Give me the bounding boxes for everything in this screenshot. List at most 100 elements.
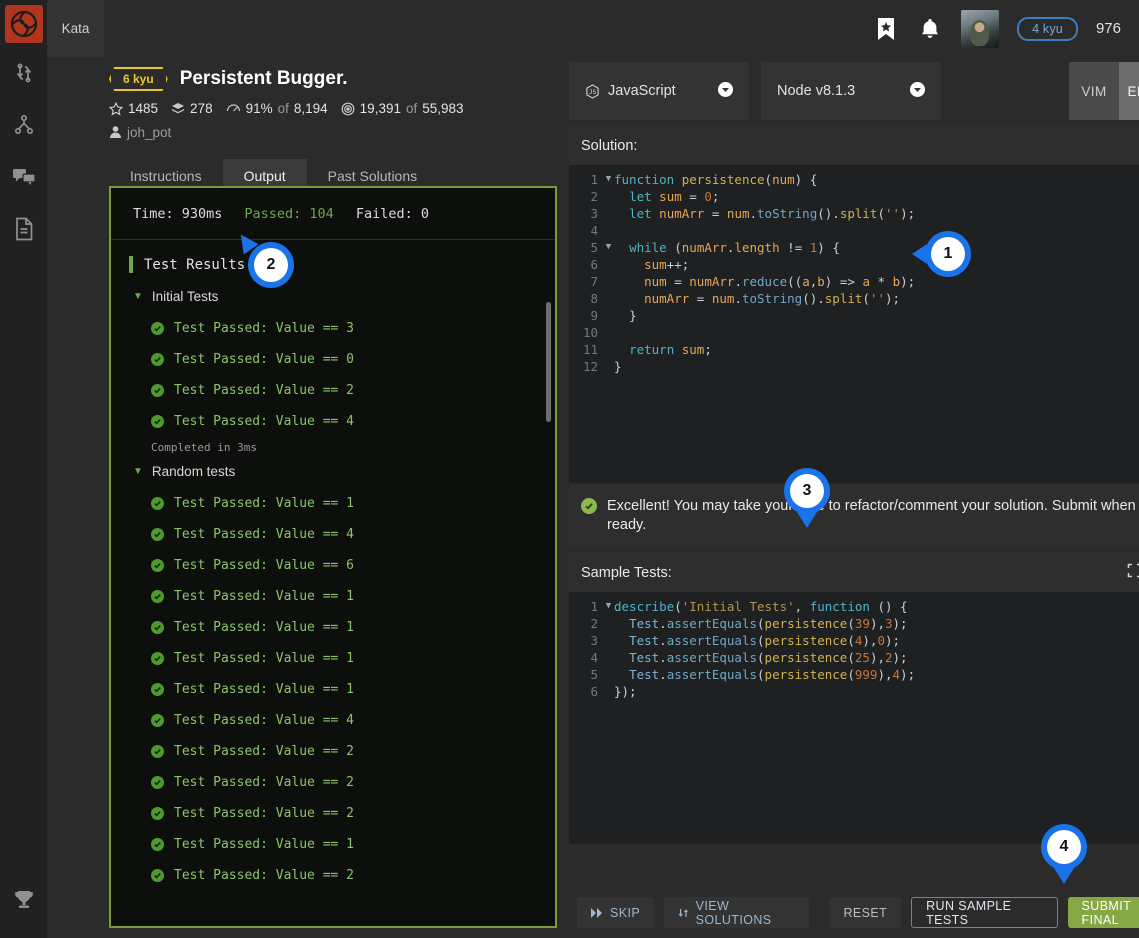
fold-toggle-icon[interactable] bbox=[603, 615, 614, 632]
marker-label: 2 bbox=[254, 248, 288, 282]
fold-toggle-icon[interactable]: ▼ bbox=[603, 598, 614, 615]
layers-icon bbox=[172, 102, 185, 113]
code-text: } bbox=[614, 359, 622, 374]
check-circle-icon bbox=[151, 353, 164, 366]
line-number: 7 bbox=[590, 274, 598, 289]
fold-toggle-icon[interactable] bbox=[603, 358, 614, 375]
kata-nav-tab[interactable]: Kata bbox=[47, 0, 104, 57]
line-number: 5 bbox=[590, 667, 598, 682]
skip-button-label: SKIP bbox=[610, 905, 641, 920]
caret-down-icon: ▼ bbox=[133, 466, 143, 477]
user-rank-badge[interactable]: 4 kyu bbox=[1017, 16, 1078, 41]
page-title: Persistent Bugger. bbox=[179, 68, 348, 89]
code-line: 4 Test.assertEquals(persistence(25),2); bbox=[569, 649, 1139, 666]
code-text: } bbox=[629, 308, 637, 323]
fold-toggle-icon[interactable] bbox=[603, 290, 614, 307]
fold-toggle-icon[interactable] bbox=[603, 632, 614, 649]
marker-circle: 2 bbox=[248, 242, 294, 288]
fork-icon[interactable] bbox=[12, 113, 36, 137]
fold-toggle-icon[interactable] bbox=[603, 256, 614, 273]
fold-toggle-icon[interactable] bbox=[603, 205, 614, 222]
code-text: Test.assertEquals(persistence(999),4); bbox=[629, 667, 916, 682]
code-line: 7 num = numArr.reduce((a,b) => a * b); bbox=[569, 273, 1139, 290]
bookmark-icon[interactable] bbox=[873, 16, 899, 42]
test-row-label: Test Passed: Value == 2 bbox=[174, 744, 355, 759]
output-failed: Failed: 0 bbox=[355, 205, 429, 222]
fold-toggle-icon[interactable] bbox=[603, 222, 614, 239]
test-row-label: Test Passed: Value == 4 bbox=[174, 713, 355, 728]
line-number: 4 bbox=[590, 650, 598, 665]
fold-toggle-icon[interactable] bbox=[603, 307, 614, 324]
chat-icon[interactable] bbox=[12, 165, 36, 189]
avatar[interactable] bbox=[961, 9, 1000, 48]
test-row: Test Passed: Value == 2 bbox=[111, 860, 555, 891]
fold-toggle-icon[interactable] bbox=[603, 649, 614, 666]
reset-button[interactable]: RESET bbox=[829, 897, 902, 928]
editor-mode-vim[interactable]: VIM bbox=[1069, 62, 1119, 120]
runtime-select-value: Node v8.1.3 bbox=[777, 83, 856, 99]
fold-toggle-icon[interactable]: ▼ bbox=[603, 171, 614, 188]
test-group-title[interactable]: ▼ Initial Tests bbox=[111, 289, 555, 304]
fold-toggle-icon[interactable] bbox=[603, 666, 614, 683]
caret-down-icon: ▼ bbox=[133, 291, 143, 302]
test-row-label: Test Passed: Value == 3 bbox=[174, 321, 355, 336]
language-select[interactable]: JS JavaScript bbox=[569, 62, 749, 120]
codewars-logo-icon[interactable] bbox=[4, 5, 43, 43]
test-row: Test Passed: Value == 3 bbox=[111, 313, 555, 344]
view-solutions-button[interactable]: VIEW SOLUTIONS bbox=[664, 897, 810, 928]
bell-icon[interactable] bbox=[917, 16, 943, 42]
sample-tests-editor[interactable]: 1 ▼ describe('Initial Tests', function () … bbox=[569, 592, 1139, 844]
test-row: Test Passed: Value == 2 bbox=[111, 375, 555, 406]
run-sample-tests-button[interactable]: RUN SAMPLE TESTS bbox=[911, 897, 1058, 928]
test-row: Test Passed: Value == 4 bbox=[111, 705, 555, 736]
editor-mode-emacs[interactable]: EMACS bbox=[1119, 62, 1139, 120]
honor-points: 976 bbox=[1095, 20, 1121, 37]
check-circle-icon bbox=[151, 322, 164, 335]
fold-toggle-icon[interactable] bbox=[603, 188, 614, 205]
line-number: 3 bbox=[590, 206, 598, 221]
stat-satisfaction-value: 91% bbox=[245, 101, 273, 116]
code-line: 5 Test.assertEquals(persistence(999),4); bbox=[569, 666, 1139, 683]
stat-completed-of: of bbox=[405, 101, 418, 116]
marker-circle: 4 bbox=[1041, 824, 1087, 870]
code-line: 1 ▼ function persistence(num) { bbox=[569, 171, 1139, 188]
left-nav-rail bbox=[0, 0, 47, 938]
code-line: 10 bbox=[569, 324, 1139, 341]
check-circle-icon bbox=[581, 498, 597, 514]
line-number: 8 bbox=[590, 291, 598, 306]
fold-toggle-icon[interactable] bbox=[603, 273, 614, 290]
check-circle-icon bbox=[151, 745, 164, 758]
stat-author[interactable]: joh_pot bbox=[109, 122, 171, 143]
kata-nav-tab-label: Kata bbox=[61, 21, 90, 36]
submit-final-button[interactable]: SUBMIT FINAL bbox=[1067, 897, 1139, 928]
check-circle-icon bbox=[151, 415, 164, 428]
top-bar: Kata 4 kyu 976 bbox=[47, 0, 1139, 57]
skip-button[interactable]: SKIP bbox=[577, 897, 655, 928]
solution-editor[interactable]: 1 ▼ function persistence(num) {2 let sum =… bbox=[569, 165, 1139, 483]
output-body[interactable]: Test Results: ▼ Initial Tests Test Passed:… bbox=[111, 240, 555, 926]
solution-panel-header: Solution: bbox=[569, 126, 1139, 165]
marker-circle: 1 bbox=[925, 231, 971, 277]
line-number: 2 bbox=[590, 189, 598, 204]
fold-toggle-icon[interactable] bbox=[603, 341, 614, 358]
action-footer: SKIP VIEW SOLUTIONS RESET RUN SAMPLE TES… bbox=[569, 897, 1139, 928]
trophy-icon[interactable] bbox=[12, 888, 36, 912]
code-line: 12} bbox=[569, 358, 1139, 375]
fold-toggle-icon[interactable] bbox=[603, 683, 614, 700]
document-icon[interactable] bbox=[12, 217, 36, 241]
test-group-name: Random tests bbox=[151, 464, 236, 479]
test-row-label: Test Passed: Value == 1 bbox=[174, 589, 355, 604]
code-text: numArr = num.toString().split(''); bbox=[644, 291, 901, 306]
runtime-select[interactable]: Node v8.1.3 bbox=[761, 62, 941, 120]
fold-toggle-icon[interactable]: ▼ bbox=[603, 239, 614, 256]
test-group-title[interactable]: ▼ Random tests bbox=[111, 464, 555, 479]
fold-toggle-icon[interactable] bbox=[603, 324, 614, 341]
test-row-label: Test Passed: Value == 2 bbox=[174, 383, 355, 398]
code-text: Test.assertEquals(persistence(4),0); bbox=[629, 633, 901, 648]
star-icon bbox=[109, 101, 123, 116]
sync-icon[interactable] bbox=[12, 61, 36, 85]
check-circle-icon bbox=[151, 497, 164, 510]
output-scrollbar[interactable] bbox=[546, 302, 551, 422]
expand-icon[interactable] bbox=[1127, 563, 1139, 582]
line-number: 6 bbox=[590, 257, 598, 272]
